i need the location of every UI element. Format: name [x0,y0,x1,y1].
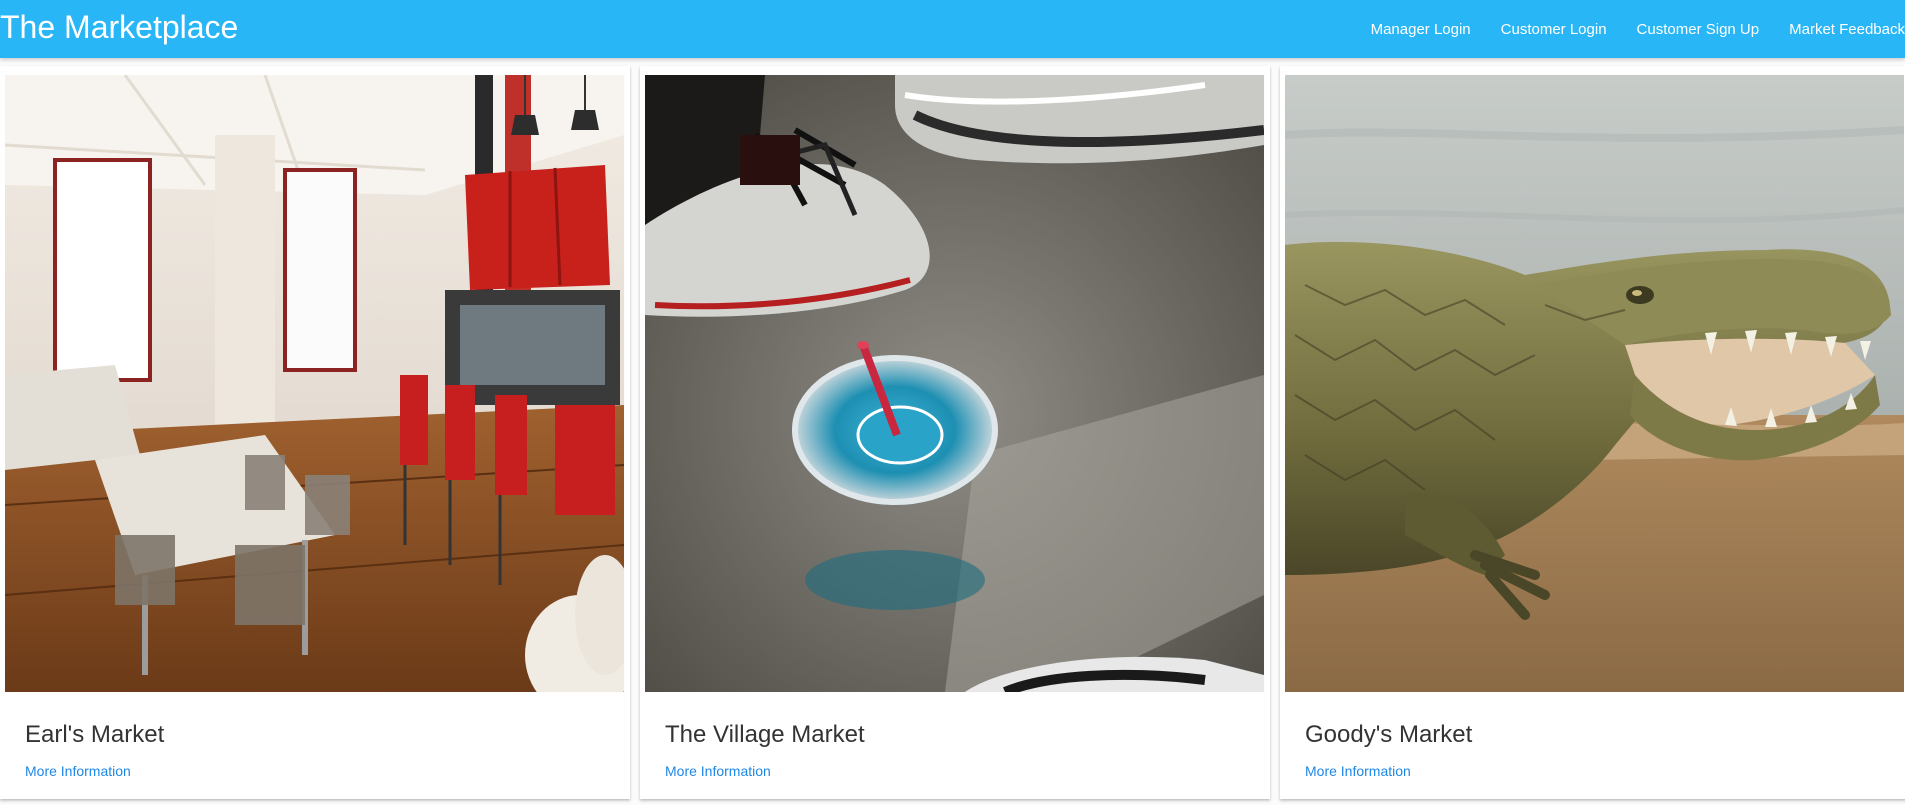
market-image-crocodile [1285,75,1904,692]
market-name: Goody's Market [1305,721,1473,748]
market-image-drink-cup [645,75,1264,692]
market-card: Earl's Market More Information [0,66,630,799]
nav-customer-signup[interactable]: Customer Sign Up [1637,21,1760,38]
more-information-link[interactable]: More Information [1305,763,1411,779]
market-card: The Village Market More Information [640,66,1270,799]
nav-links: Manager Login Customer Login Customer Si… [1341,0,1905,58]
market-name: Earl's Market [25,721,165,748]
brand-title[interactable]: The Marketplace [0,0,238,58]
nav-market-feedback[interactable]: Market Feedback [1789,21,1905,38]
more-information-link[interactable]: More Information [665,763,771,779]
nav-customer-login[interactable]: Customer Login [1501,21,1607,38]
nav-manager-login[interactable]: Manager Login [1371,21,1471,38]
top-navbar: The Marketplace Manager Login Customer L… [0,0,1905,58]
market-card-grid: Earl's Market More Information The Villa… [0,58,1905,805]
market-card: Goody's Market More Information [1280,66,1905,799]
market-image-restaurant [5,75,624,692]
more-information-link[interactable]: More Information [25,763,131,779]
market-name: The Village Market [665,721,865,748]
